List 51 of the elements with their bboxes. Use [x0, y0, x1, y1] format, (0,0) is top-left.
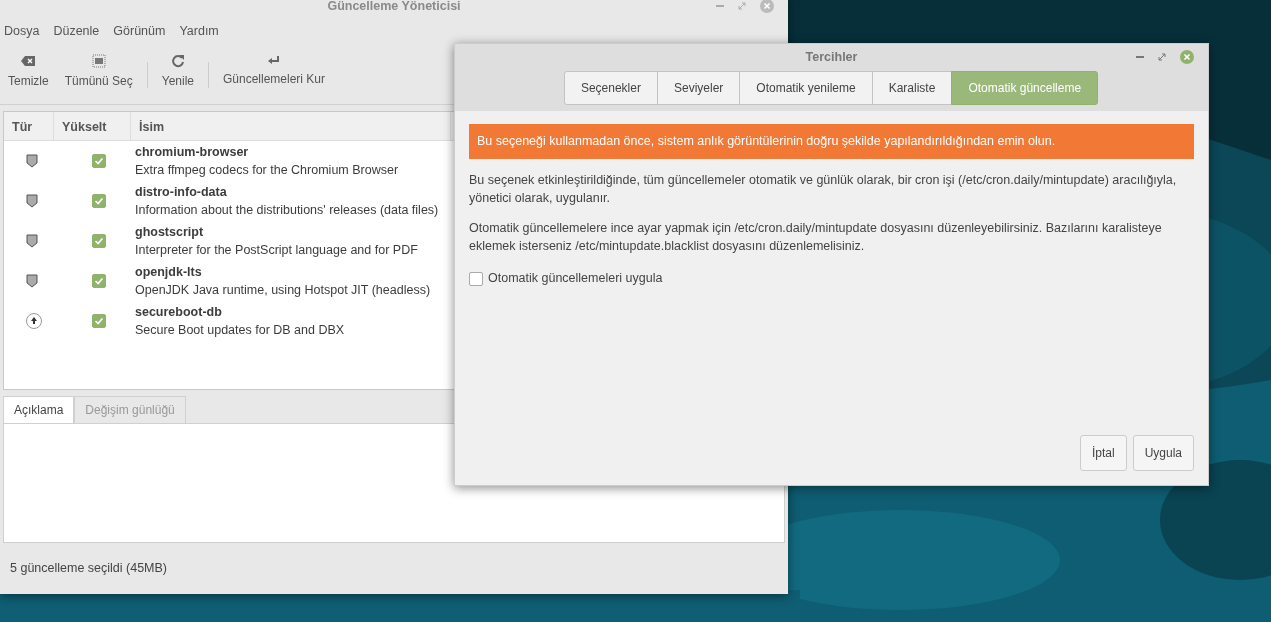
package-description: OpenJDK Java runtime, using Hotspot JIT (headless)	[135, 282, 431, 300]
close-icon	[1180, 50, 1194, 64]
column-header[interactable]: İsim	[131, 112, 451, 141]
refresh-icon	[170, 53, 185, 68]
window-title: Güncelleme Yöneticisi	[327, 0, 461, 15]
paragraph: Bu seçenek etkinleştirildiğinde, tüm güncellemeler otomatik ve günlük olarak, bir cron işi (/etc/cron.daily/mintupdate) aracılığıyla, yönetici olarak, uygulanır.	[469, 171, 1178, 207]
checkbox[interactable]	[469, 271, 483, 286]
column-header[interactable]: Tür	[4, 112, 54, 141]
minimize-icon	[1136, 56, 1144, 58]
checkbox[interactable]	[91, 274, 106, 289]
menu-item[interactable]: Görünüm	[113, 22, 166, 42]
package-name: secureboot-db	[135, 303, 223, 321]
toolbar-button[interactable]: Güncellemeleri Kur	[215, 53, 334, 88]
toolbar-button[interactable]: Yenile	[153, 53, 202, 90]
package-description: Extra ffmpeg codecs for the Chromium Browser	[135, 162, 399, 180]
close-icon	[760, 0, 774, 13]
package-description: Interpreter for the PostScript language and for PDF	[135, 242, 418, 260]
tab[interactable]: Otomatik yenileme	[739, 71, 873, 105]
minimize-icon	[716, 5, 724, 7]
package-description: Secure Boot updates for DB and DBX	[135, 322, 345, 340]
maximize-icon	[1158, 53, 1166, 61]
status-text: 5 güncelleme seçildi (45MB)	[9, 560, 168, 578]
clear-icon	[20, 53, 37, 68]
checkbox[interactable]	[91, 154, 106, 169]
tab[interactable]: Seviyeler	[656, 71, 741, 105]
package-description: Information about the distributions' releases (data files)	[135, 202, 439, 220]
tab[interactable]: Karaliste	[871, 71, 953, 105]
warning-banner: Bu seçeneği kullanmadan önce, sistem anlık görüntülerinin doğru şekilde yapılandırıldığından emin olun.	[469, 124, 1194, 159]
menu-item[interactable]: Dosya	[4, 22, 40, 42]
package-name: distro-info-data	[135, 183, 228, 201]
return-arrow-icon	[267, 53, 281, 66]
tab[interactable]: Seçenekler	[563, 71, 658, 105]
toolbar-button[interactable]: Temizle	[0, 53, 57, 90]
dialog-button[interactable]: İptal	[1079, 435, 1127, 471]
paragraph: Otomatik güncellemelere ince ayar yapmak için /etc/cron.daily/mintupdate dosyasını düzenleyebilirsiniz. Bazılarını karalisteye eklemek isterseniz /etc/mintupdate.blacklist dosyasını düzenlemelisiniz.	[469, 220, 1163, 256]
dialog-button[interactable]: Uygula	[1132, 435, 1194, 471]
toolbar-button[interactable]: Tümünü Seç	[56, 53, 141, 90]
tab[interactable]: Açıklama	[3, 395, 75, 423]
maximize-icon	[738, 2, 746, 10]
package-name: ghostscript	[135, 223, 205, 241]
menu-item[interactable]: Düzenle	[53, 22, 100, 42]
select-all-icon	[91, 53, 106, 68]
column-header[interactable]: Yükselt	[54, 112, 131, 141]
checkbox[interactable]	[91, 194, 106, 209]
checkbox[interactable]	[91, 314, 106, 329]
package-name: chromium-browser	[135, 143, 250, 161]
package-name: openjdk-lts	[135, 263, 203, 281]
checkbox[interactable]	[91, 234, 106, 249]
menu-item[interactable]: Yardım	[179, 22, 219, 42]
checkbox-label[interactable]: Otomatik güncellemeleri uygula	[488, 269, 663, 288]
dialog-title: Tercihler	[805, 49, 858, 67]
